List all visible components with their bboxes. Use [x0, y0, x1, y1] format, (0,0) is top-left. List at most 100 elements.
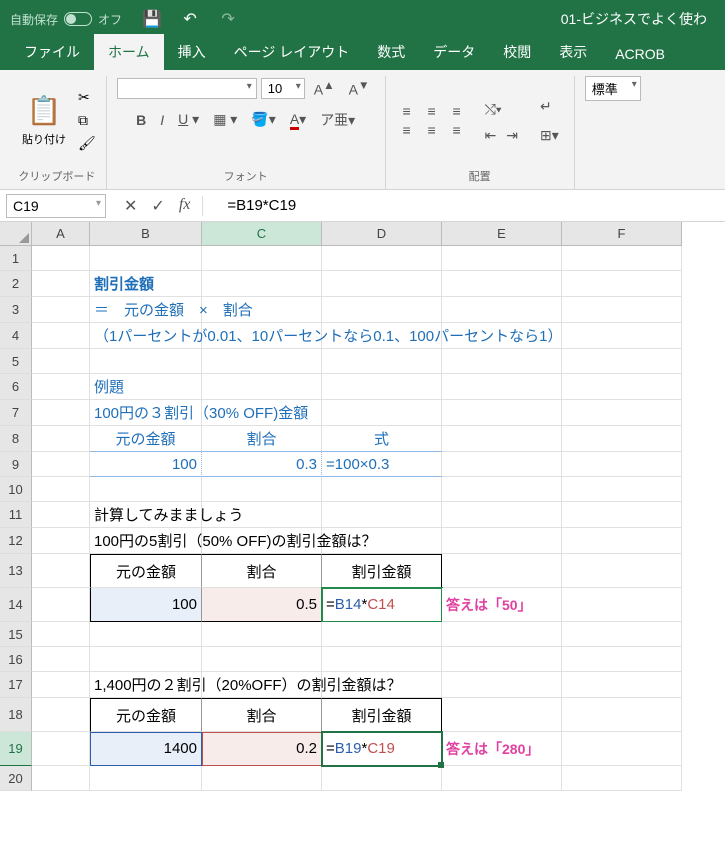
formula-input[interactable] [215, 194, 725, 217]
cell-e17[interactable] [442, 672, 562, 698]
cell-e6[interactable] [442, 374, 562, 400]
row-1[interactable]: 1 [0, 246, 32, 271]
tab-formulas[interactable]: 数式 [363, 34, 419, 70]
tab-insert[interactable]: 挿入 [164, 34, 220, 70]
tab-data[interactable]: データ [419, 34, 489, 70]
tab-page-layout[interactable]: ページ レイアウト [220, 34, 364, 70]
cell-d7[interactable] [322, 400, 442, 426]
fill-color-button[interactable]: 🪣▾ [246, 108, 280, 131]
row-10[interactable]: 10 [0, 477, 32, 502]
italic-button[interactable]: I [155, 109, 169, 131]
align-center-icon[interactable]: ≡ [421, 122, 443, 138]
autosave-toggle[interactable]: 自動保存 オフ [10, 11, 122, 28]
cell-b16[interactable] [90, 647, 202, 672]
shrink-font-icon[interactable]: A▼ [344, 76, 375, 101]
cell-b6[interactable]: 例題 [90, 374, 202, 400]
cell-a9[interactable] [32, 452, 90, 477]
cell-c1[interactable] [202, 246, 322, 271]
cell-f4[interactable] [562, 323, 682, 349]
orientation-button[interactable]: ⤭▾ [480, 98, 523, 121]
cell-d14[interactable]: =B14*C14 [322, 588, 442, 622]
cell-f16[interactable] [562, 647, 682, 672]
cell-e19[interactable]: 答えは「280」 [442, 732, 562, 766]
cell-a3[interactable] [32, 297, 90, 323]
cut-icon[interactable]: ✂ [78, 89, 96, 106]
wrap-text-button[interactable]: ↵ [535, 95, 564, 118]
cell-c14[interactable]: 0.5 [202, 588, 322, 622]
cell-b19[interactable]: 1400 [90, 732, 202, 766]
cell-d3[interactable] [322, 297, 442, 323]
cell-f8[interactable] [562, 426, 682, 452]
cell-a6[interactable] [32, 374, 90, 400]
row-5[interactable]: 5 [0, 349, 32, 374]
cell-f6[interactable] [562, 374, 682, 400]
cell-e7[interactable] [442, 400, 562, 426]
cell-b14[interactable]: 100 [90, 588, 202, 622]
cell-e10[interactable] [442, 477, 562, 502]
row-8[interactable]: 8 [0, 426, 32, 452]
tab-acrobat[interactable]: ACROB [601, 38, 679, 70]
col-f[interactable]: F [562, 222, 682, 246]
cell-e12[interactable] [442, 528, 562, 554]
cell-a17[interactable] [32, 672, 90, 698]
row-12[interactable]: 12 [0, 528, 32, 554]
cell-d9[interactable]: =100×0.3 [322, 452, 442, 477]
cell-e18[interactable] [442, 698, 562, 732]
cell-a2[interactable] [32, 271, 90, 297]
row-13[interactable]: 13 [0, 554, 32, 588]
cell-f17[interactable] [562, 672, 682, 698]
row-9[interactable]: 9 [0, 452, 32, 477]
row-4[interactable]: 4 [0, 323, 32, 349]
font-family-combo[interactable] [117, 78, 257, 99]
cell-b15[interactable] [90, 622, 202, 647]
fx-icon[interactable]: fx [179, 196, 204, 216]
cell-d1[interactable] [322, 246, 442, 271]
cell-d20[interactable] [322, 766, 442, 791]
spreadsheet-grid[interactable]: A B C D E F 1 2 割引金額 3 ＝ 元の金額 × 割合 4 （1パ… [0, 222, 725, 791]
cell-c5[interactable] [202, 349, 322, 374]
cell-d8[interactable]: 式 [322, 426, 442, 452]
col-b[interactable]: B [90, 222, 202, 246]
align-top-icon[interactable]: ≡ [396, 103, 418, 119]
cell-a18[interactable] [32, 698, 90, 732]
cell-e8[interactable] [442, 426, 562, 452]
cell-b13[interactable]: 元の金額 [90, 554, 202, 588]
row-17[interactable]: 17 [0, 672, 32, 698]
cell-b11[interactable]: 計算してみまましょう [90, 502, 202, 528]
col-e[interactable]: E [442, 222, 562, 246]
cell-b8[interactable]: 元の金額 [90, 426, 202, 452]
cell-f7[interactable] [562, 400, 682, 426]
cell-d10[interactable] [322, 477, 442, 502]
cell-e9[interactable] [442, 452, 562, 477]
cell-c16[interactable] [202, 647, 322, 672]
cell-b7[interactable]: 100円の３割引（30% OFF)金額 [90, 400, 202, 426]
cell-f3[interactable] [562, 297, 682, 323]
save-icon[interactable]: 💾 [142, 9, 162, 29]
phonetic-button[interactable]: ア亜▾ [315, 107, 360, 133]
cell-a13[interactable] [32, 554, 90, 588]
row-6[interactable]: 6 [0, 374, 32, 400]
increase-indent-icon[interactable]: ⇥ [501, 124, 523, 146]
row-19[interactable]: 19 [0, 732, 32, 766]
merge-center-button[interactable]: ⊞▾ [535, 124, 564, 147]
row-16[interactable]: 16 [0, 647, 32, 672]
cell-e11[interactable] [442, 502, 562, 528]
align-bottom-icon[interactable]: ≡ [446, 103, 468, 119]
cell-b4[interactable]: （1パーセントが0.01、10パーセントなら0.1、100パーセントなら1） [90, 323, 202, 349]
vertical-align[interactable]: ≡ ≡ ≡ ≡ ≡ ≡ [396, 103, 468, 138]
cell-b10[interactable] [90, 477, 202, 502]
cell-c15[interactable] [202, 622, 322, 647]
tab-review[interactable]: 校閲 [489, 34, 545, 70]
row-14[interactable]: 14 [0, 588, 32, 622]
cell-a16[interactable] [32, 647, 90, 672]
cell-f2[interactable] [562, 271, 682, 297]
underline-button[interactable]: U ▾ [173, 108, 204, 131]
cell-a4[interactable] [32, 323, 90, 349]
cell-f9[interactable] [562, 452, 682, 477]
enter-icon[interactable]: ✓ [151, 196, 164, 216]
row-20[interactable]: 20 [0, 766, 32, 791]
font-color-button[interactable]: A▾ [285, 108, 311, 131]
cell-e20[interactable] [442, 766, 562, 791]
row-15[interactable]: 15 [0, 622, 32, 647]
undo-icon[interactable]: ↶ [180, 9, 200, 29]
